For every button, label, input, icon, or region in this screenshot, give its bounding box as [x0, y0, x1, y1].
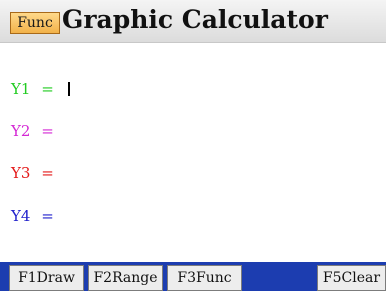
- f3-func-button[interactable]: F3Func: [167, 265, 242, 291]
- text-cursor: [67, 82, 70, 96]
- title-bar: Func Graphic Calculator: [0, 0, 386, 43]
- equals-sign: =: [41, 164, 54, 182]
- function-label: Y2: [11, 122, 31, 140]
- function-row-y4[interactable]: Y4 =: [11, 205, 54, 227]
- calculator-window: Func Graphic Calculator Y1 = Y2 = Y3 = Y…: [0, 0, 386, 291]
- equals-sign: =: [41, 80, 54, 98]
- app-title: Graphic Calculator: [62, 5, 328, 34]
- mode-badge-func[interactable]: Func: [10, 12, 60, 34]
- equals-sign: =: [41, 207, 54, 225]
- f5-clear-button[interactable]: F5Clear: [317, 265, 386, 291]
- f2-range-button[interactable]: F2Range: [88, 265, 163, 291]
- function-label: Y3: [11, 164, 31, 182]
- function-row-y3[interactable]: Y3 =: [11, 162, 54, 184]
- function-label: Y4: [11, 207, 31, 225]
- function-row-y2[interactable]: Y2 =: [11, 120, 54, 142]
- function-label: Y1: [11, 80, 31, 98]
- function-row-y1[interactable]: Y1 =: [11, 78, 70, 100]
- f1-draw-button[interactable]: F1Draw: [9, 265, 84, 291]
- equals-sign: =: [41, 122, 54, 140]
